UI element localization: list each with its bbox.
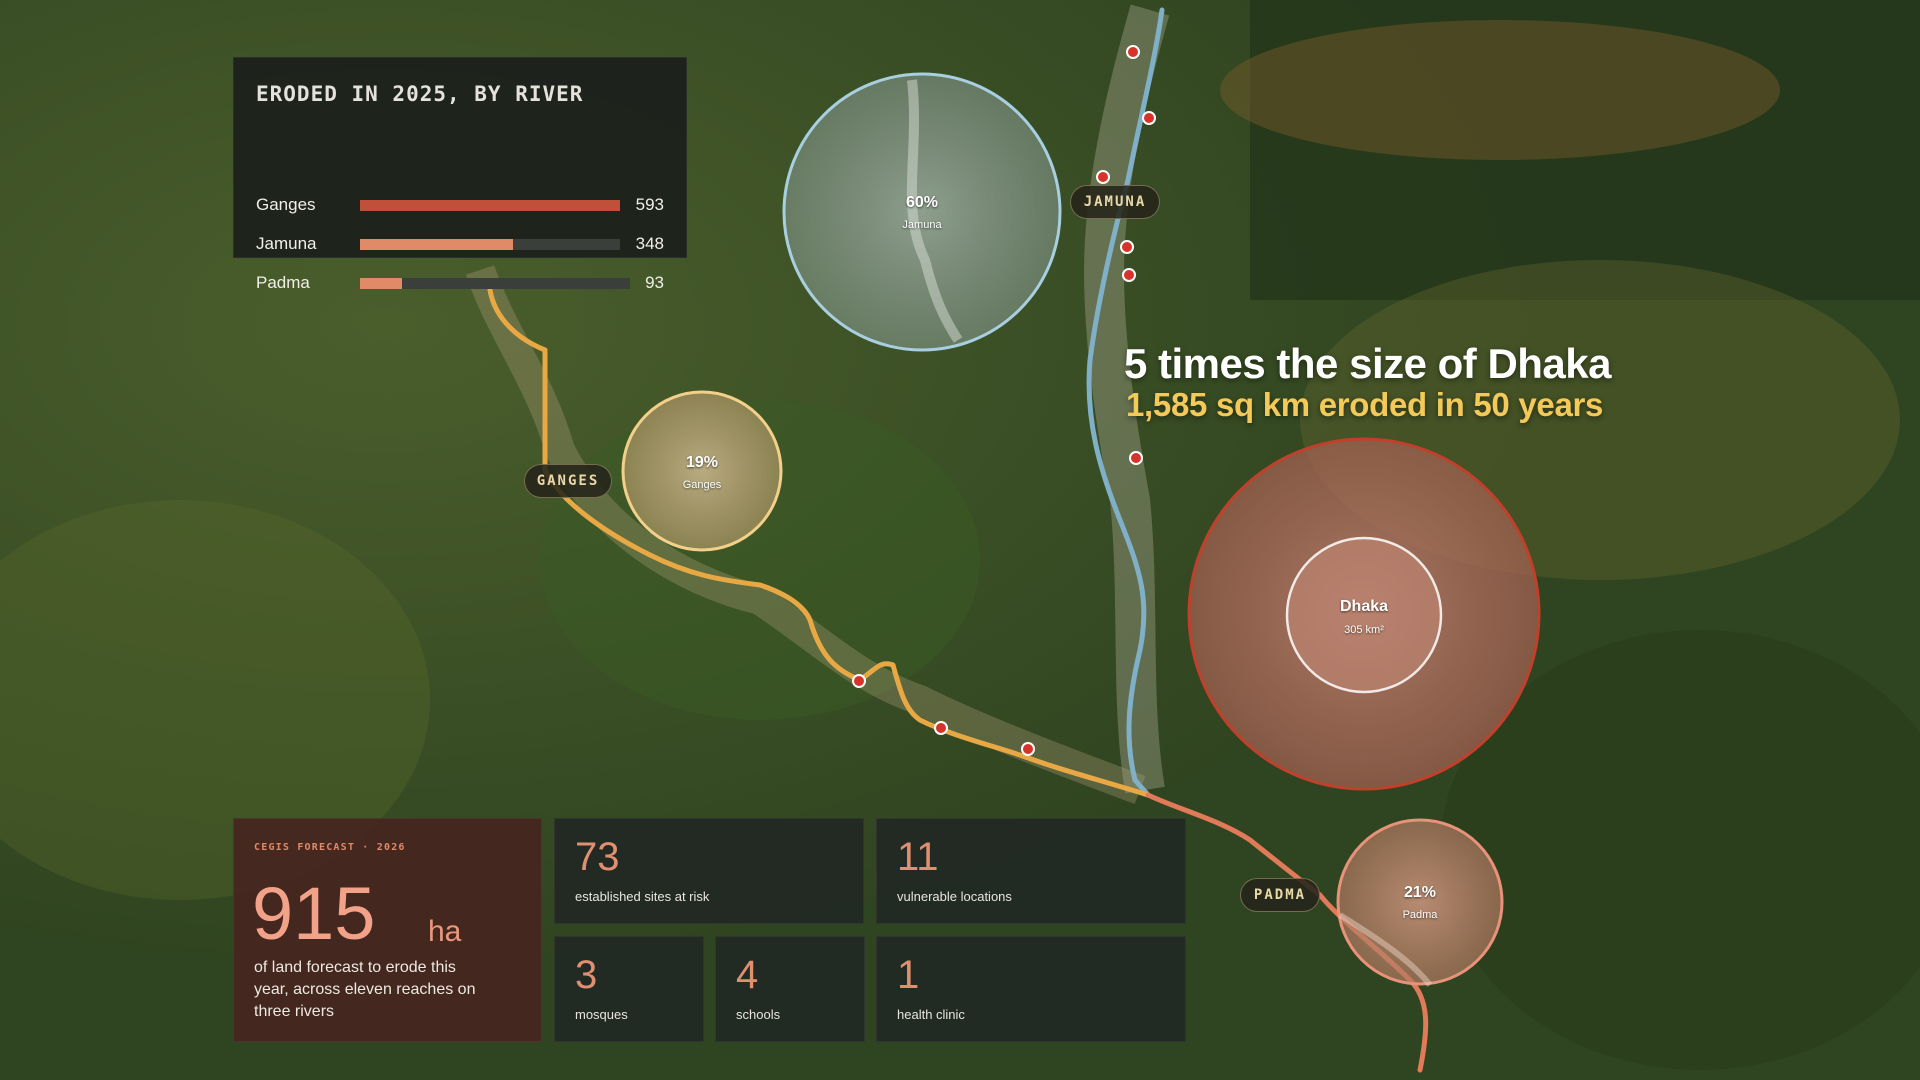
stat-value: 4 bbox=[736, 953, 759, 997]
site-marker bbox=[852, 674, 866, 688]
stat-label: established sites at risk bbox=[575, 889, 710, 904]
site-marker bbox=[1126, 45, 1140, 59]
bar-value: 348 bbox=[635, 234, 664, 253]
stat-label: health clinic bbox=[897, 1007, 965, 1022]
river-label-ganges[interactable]: GANGES bbox=[524, 464, 612, 498]
forecast-unit: ha bbox=[428, 915, 462, 948]
bar-label: Padma bbox=[256, 273, 310, 292]
stat-label: schools bbox=[736, 1007, 781, 1022]
subheadline: 1,585 sq km eroded in 50 years bbox=[1126, 386, 1604, 423]
site-marker bbox=[1021, 742, 1035, 756]
forecast-value: 915 bbox=[252, 872, 376, 955]
site-marker bbox=[1120, 240, 1134, 254]
bar-fill bbox=[360, 199, 620, 211]
site-marker bbox=[1096, 170, 1110, 184]
jamuna-circle-percent: 60% bbox=[905, 194, 939, 211]
river-label-padma[interactable]: PADMA bbox=[1240, 878, 1320, 912]
bar-value: 93 bbox=[645, 273, 664, 292]
bar-row-ganges: Ganges 593 bbox=[256, 193, 664, 217]
stat-label: mosques bbox=[575, 1007, 628, 1022]
bar-value: 593 bbox=[635, 195, 664, 214]
bar-row-padma: Padma 93 bbox=[256, 271, 664, 295]
bar-fill bbox=[360, 238, 513, 250]
dhaka-circle-area: 305 km² bbox=[1344, 624, 1384, 636]
site-marker bbox=[934, 721, 948, 735]
forecast-description: of land forecast to erode this year, acr… bbox=[254, 959, 476, 1020]
stat-card-clinic: 1 health clinic bbox=[876, 936, 1186, 1042]
bar-fill bbox=[360, 277, 403, 289]
stat-value: 73 bbox=[575, 835, 620, 879]
site-marker bbox=[1122, 268, 1136, 282]
bar-row-jamuna: Jamuna 348 bbox=[256, 232, 664, 256]
panel-title: ERODED IN 2025, BY RIVER bbox=[256, 82, 584, 106]
forecast-kicker: CEGIS FORECAST · 2026 bbox=[254, 842, 406, 853]
stat-label: vulnerable locations bbox=[897, 889, 1012, 904]
dhaka-circle-name: Dhaka bbox=[1339, 598, 1389, 615]
padma-circle-percent: 21% bbox=[1403, 884, 1437, 901]
bar-track bbox=[360, 238, 620, 250]
padma-circle-name: Padma bbox=[1402, 909, 1438, 921]
stat-card-mosques: 3 mosques bbox=[554, 936, 704, 1042]
forecast-card: CEGIS FORECAST · 2026 915 ha of land for… bbox=[233, 818, 542, 1042]
stat-card-sites: 73 established sites at risk bbox=[554, 818, 864, 924]
terrain-brown-patch bbox=[1220, 20, 1780, 160]
bar-track bbox=[360, 199, 620, 211]
bar-label: Jamuna bbox=[256, 234, 317, 253]
river-label-jamuna[interactable]: JAMUNA bbox=[1070, 185, 1160, 219]
stat-value: 3 bbox=[575, 953, 598, 997]
ganges-circle-name: Ganges bbox=[682, 479, 722, 491]
jamuna-circle bbox=[782, 72, 1062, 352]
stat-card-schools: 4 schools bbox=[715, 936, 865, 1042]
site-marker bbox=[1129, 451, 1143, 465]
stat-value: 11 bbox=[897, 835, 939, 879]
stat-value: 1 bbox=[897, 953, 920, 997]
eroded-by-river-panel: ERODED IN 2025, BY RIVER Ganges 593 Jamu… bbox=[233, 57, 687, 292]
headline: 5 times the size of Dhaka bbox=[1124, 340, 1612, 387]
stat-card-locations: 11 vulnerable locations bbox=[876, 818, 1186, 924]
padma-circle bbox=[1336, 818, 1504, 986]
ganges-circle-percent: 19% bbox=[685, 454, 719, 471]
site-marker bbox=[1142, 111, 1156, 125]
bar-label: Ganges bbox=[256, 195, 316, 214]
bar-track bbox=[360, 277, 630, 289]
jamuna-circle-name: Jamuna bbox=[902, 219, 942, 231]
